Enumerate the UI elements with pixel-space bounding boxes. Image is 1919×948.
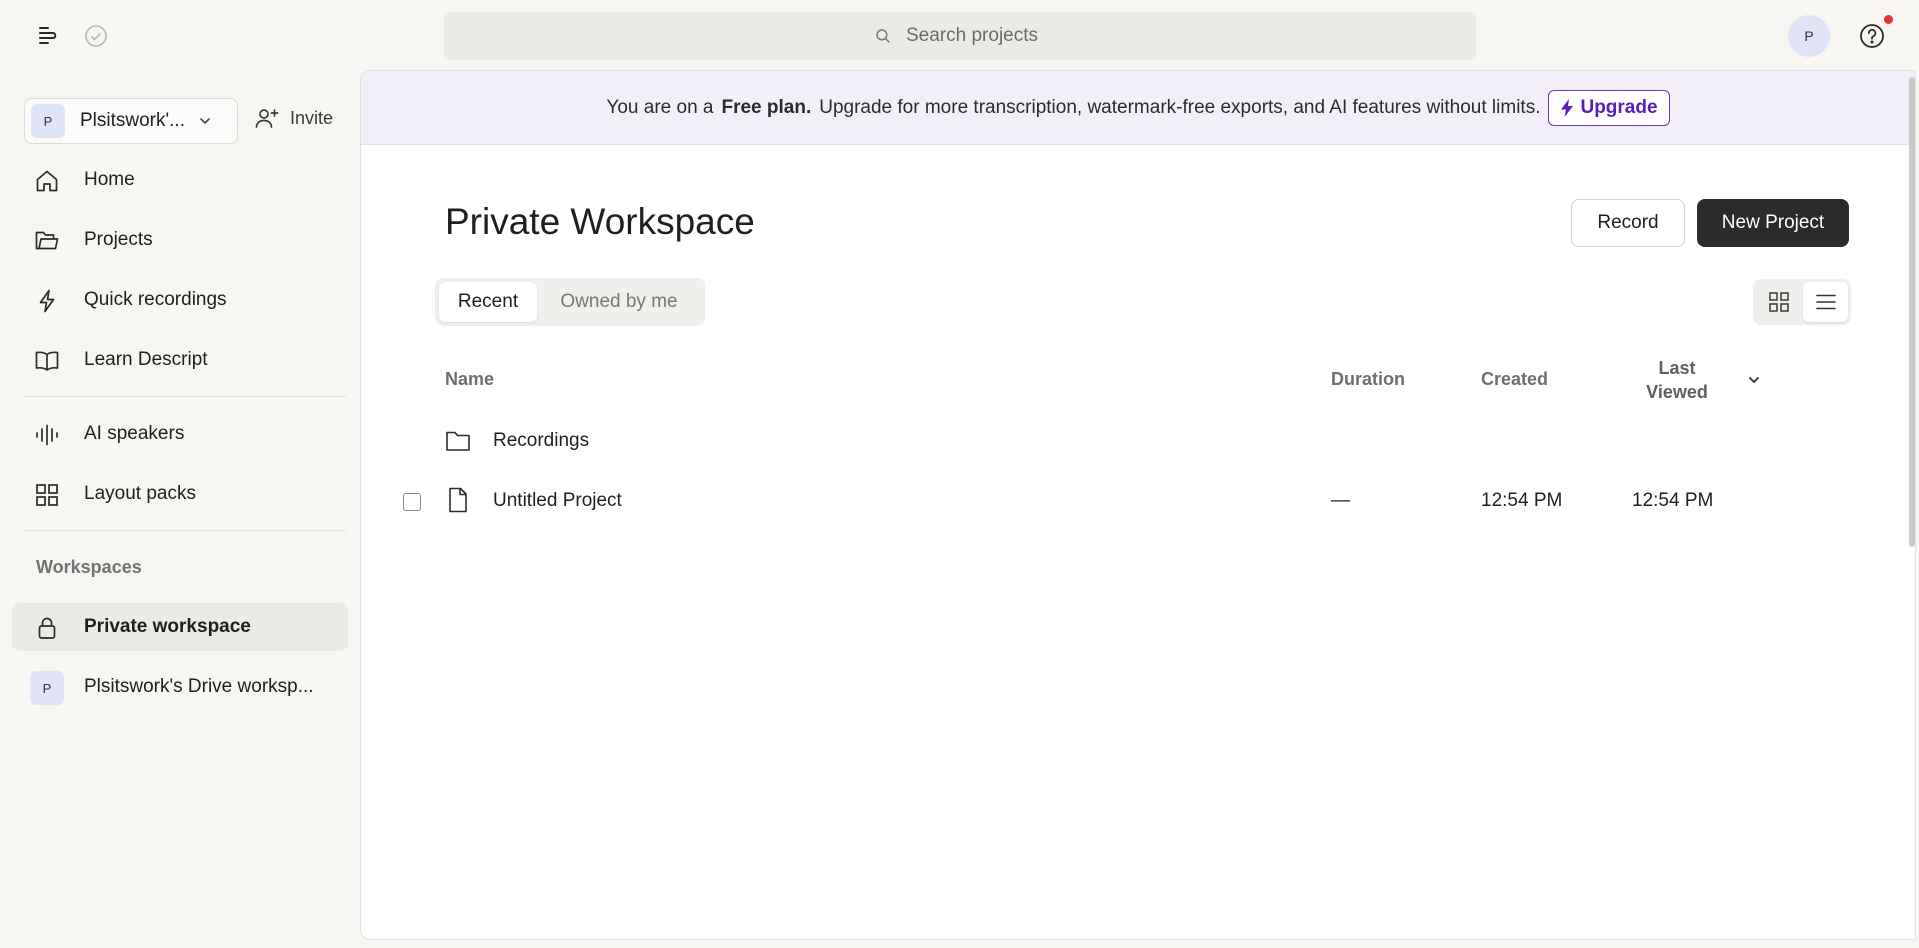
new-project-button[interactable]: New Project bbox=[1697, 199, 1849, 247]
upgrade-label: Upgrade bbox=[1580, 96, 1658, 118]
row-created: 12:54 PM bbox=[1481, 490, 1563, 511]
grid-view-button[interactable] bbox=[1756, 282, 1801, 322]
invite-button[interactable]: Invite bbox=[254, 106, 333, 130]
grid-icon bbox=[34, 482, 60, 508]
banner-plan: Free plan. bbox=[721, 96, 812, 118]
folder-icon bbox=[34, 228, 60, 254]
waveform-icon bbox=[34, 422, 60, 448]
row-name: Untitled Project bbox=[493, 490, 622, 511]
search-input[interactable] bbox=[906, 25, 1046, 47]
last-viewed-line1: Last bbox=[1658, 358, 1696, 378]
tab-recent[interactable]: Recent bbox=[439, 282, 537, 322]
banner-message: Upgrade for more transcription, watermar… bbox=[819, 96, 1541, 118]
nav-item-home[interactable]: Home bbox=[12, 156, 348, 204]
workspace-switcher[interactable]: P Plsitswork'... bbox=[24, 98, 238, 144]
table-row-project[interactable]: Untitled Project — 12:54 PM 12:54 PM bbox=[361, 476, 1915, 524]
workspace-badge: P bbox=[30, 671, 64, 705]
nav-item-ai-speakers[interactable]: AI speakers bbox=[12, 410, 348, 458]
home-icon bbox=[34, 168, 60, 194]
nav-item-quick-recordings[interactable]: Quick recordings bbox=[12, 276, 348, 324]
row-name: Recordings bbox=[493, 430, 590, 451]
tab-owned-by-me[interactable]: Owned by me bbox=[537, 282, 701, 322]
list-view-button[interactable] bbox=[1803, 282, 1848, 322]
folder-icon bbox=[445, 426, 471, 454]
nav-item-label: AI speakers bbox=[84, 423, 185, 444]
nav-item-label: Projects bbox=[84, 229, 153, 250]
notification-dot bbox=[1884, 15, 1893, 24]
banner-prefix: You are on a bbox=[606, 96, 714, 118]
workspace-item-label: Plsitswork's Drive worksp... bbox=[84, 676, 314, 697]
filter-tabs: Recent Owned by me bbox=[435, 278, 705, 326]
nav-item-label: Learn Descript bbox=[84, 349, 208, 370]
workspace-badge: P bbox=[31, 104, 65, 138]
workspaces-heading: Workspaces bbox=[36, 557, 142, 577]
record-button[interactable]: Record bbox=[1571, 199, 1685, 247]
lightning-icon bbox=[1560, 98, 1574, 117]
top-bar: P bbox=[0, 0, 1919, 70]
upgrade-button[interactable]: Upgrade bbox=[1548, 89, 1670, 126]
view-toggle bbox=[1753, 279, 1851, 325]
upgrade-banner: You are on a Free plan. Upgrade for more… bbox=[361, 71, 1915, 145]
sync-status-icon bbox=[84, 24, 108, 48]
page-title: Private Workspace bbox=[445, 201, 755, 242]
column-header-duration[interactable]: Duration bbox=[1331, 369, 1405, 390]
sort-chevron-down-icon[interactable] bbox=[1747, 373, 1761, 387]
row-duration: — bbox=[1331, 490, 1350, 511]
row-checkbox[interactable] bbox=[403, 493, 421, 511]
nav-item-label: Layout packs bbox=[84, 483, 196, 504]
nav-item-label: Quick recordings bbox=[84, 289, 227, 310]
nav-item-layout-packs[interactable]: Layout packs bbox=[12, 470, 348, 518]
grid-view-icon bbox=[1767, 290, 1791, 314]
row-last-viewed: 12:54 PM bbox=[1632, 490, 1714, 511]
lock-icon bbox=[34, 615, 60, 641]
help-icon[interactable] bbox=[1858, 22, 1886, 50]
sidebar: P Plsitswork'... Invite Home Projects Qu… bbox=[0, 70, 360, 948]
scrollbar[interactable] bbox=[1909, 77, 1915, 547]
column-header-created[interactable]: Created bbox=[1481, 369, 1548, 390]
nav-item-projects[interactable]: Projects bbox=[12, 216, 348, 264]
column-header-name[interactable]: Name bbox=[445, 369, 494, 390]
list-view-icon bbox=[1814, 290, 1838, 314]
table-row-folder[interactable]: Recordings bbox=[361, 416, 1915, 464]
workspace-item-private[interactable]: Private workspace bbox=[12, 603, 348, 651]
invite-label: Invite bbox=[290, 107, 334, 128]
workspace-name: Plsitswork'... bbox=[80, 110, 185, 131]
last-viewed-line2: Viewed bbox=[1646, 382, 1708, 402]
file-icon bbox=[445, 486, 471, 514]
nav-item-learn-descript[interactable]: Learn Descript bbox=[12, 336, 348, 384]
descript-logo-icon[interactable] bbox=[36, 24, 60, 48]
lightning-icon bbox=[34, 288, 60, 314]
workspace-item-label: Private workspace bbox=[84, 616, 251, 637]
nav-item-label: Home bbox=[84, 169, 135, 190]
column-header-last-viewed[interactable]: Last Viewed bbox=[1639, 356, 1715, 404]
main-panel: You are on a Free plan. Upgrade for more… bbox=[360, 70, 1916, 940]
workspace-item-drive[interactable]: P Plsitswork's Drive worksp... bbox=[12, 663, 348, 711]
add-user-icon bbox=[254, 106, 280, 130]
sidebar-divider bbox=[24, 396, 346, 397]
user-avatar[interactable]: P bbox=[1788, 15, 1830, 57]
search-bar[interactable] bbox=[444, 12, 1476, 60]
sidebar-divider bbox=[24, 530, 346, 531]
chevron-down-icon bbox=[198, 114, 212, 128]
book-icon bbox=[34, 348, 60, 374]
search-icon bbox=[874, 27, 892, 45]
